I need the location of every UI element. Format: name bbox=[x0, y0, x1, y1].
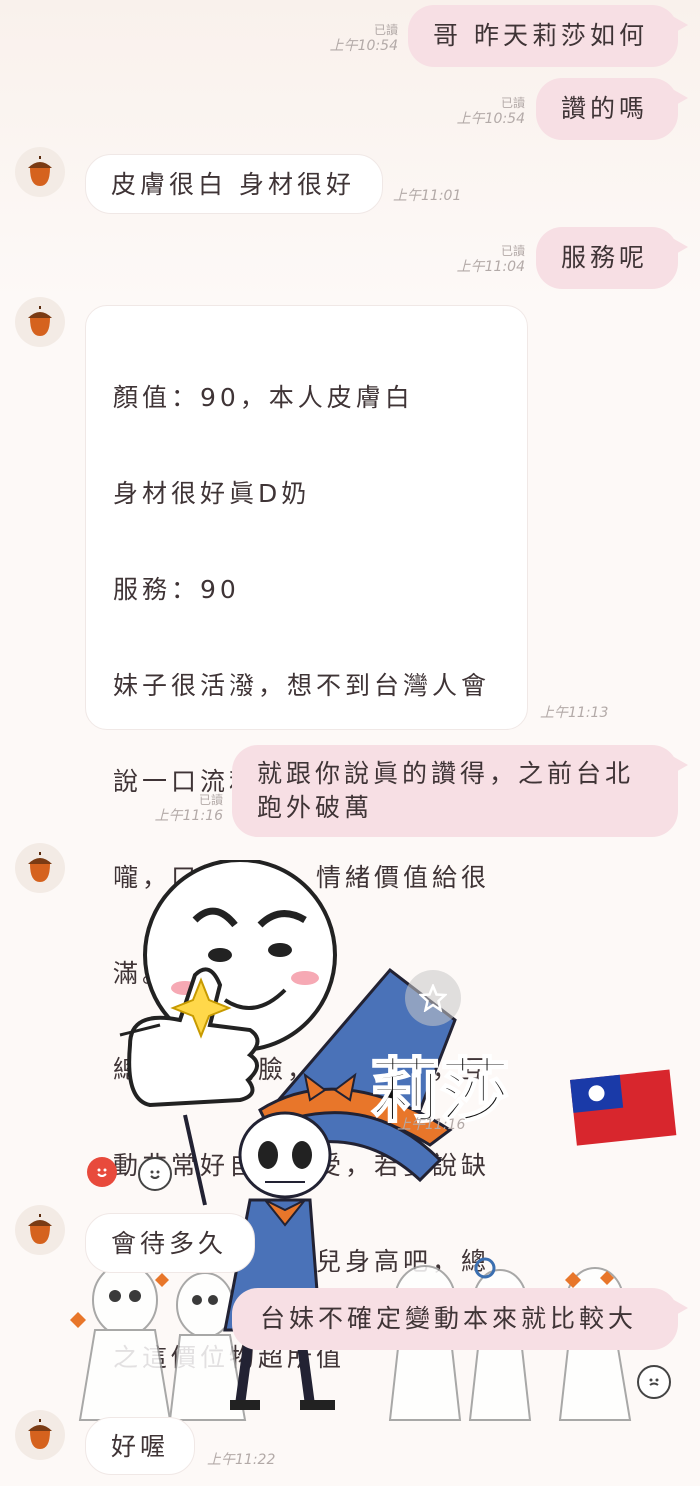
message-bubble-received[interactable]: 會待多久 bbox=[85, 1213, 255, 1273]
timestamp: 上午11:13 bbox=[540, 705, 609, 721]
read-receipt: 已讀 bbox=[500, 96, 525, 110]
message-meta: 已讀 上午11:04 bbox=[430, 243, 525, 275]
read-receipt: 已讀 bbox=[198, 793, 223, 807]
avatar[interactable] bbox=[15, 147, 65, 197]
timestamp: 上午11:22 bbox=[207, 1452, 276, 1468]
message-meta: 已讀 上午10:54 bbox=[300, 22, 398, 54]
message-bubble-received[interactable]: 顏值：90，本人皮膚白 身材很好眞D奶 服務：90 妹子很活潑，想不到台灣人會 … bbox=[85, 305, 528, 1372]
message-bubble-sent[interactable]: 就跟你說眞的讚得，之前台北 跑外破萬 bbox=[232, 745, 688, 837]
acorn-icon bbox=[28, 1419, 52, 1449]
message-bubble-sent[interactable]: 台妹不確定變動本來就比較大 bbox=[232, 1288, 688, 1350]
timestamp: 上午10:54 bbox=[456, 111, 525, 127]
avatar[interactable] bbox=[15, 297, 65, 347]
timestamp: 上午10:54 bbox=[329, 38, 398, 54]
message-meta: 已讀 上午11:16 bbox=[128, 792, 223, 824]
message-bubble-sent[interactable]: 哥 昨天莉莎如何 bbox=[408, 5, 688, 67]
message-meta: 上午11:01 bbox=[393, 188, 493, 204]
message-meta: 上午11:16 bbox=[397, 1117, 497, 1133]
avatar[interactable] bbox=[15, 843, 65, 893]
message-bubble-received[interactable]: 皮膚很白 身材很好 bbox=[85, 154, 383, 214]
smile-reaction-icon[interactable] bbox=[87, 1157, 117, 1187]
review-line: 顏值：90，本人皮膚白 bbox=[113, 383, 414, 412]
review-line: 服務：90 bbox=[113, 575, 240, 604]
emoji-picker-icon[interactable] bbox=[138, 1157, 172, 1191]
message-meta: 上午11:13 bbox=[540, 705, 640, 721]
message-bubble-received[interactable]: 好喔 bbox=[85, 1417, 195, 1475]
message-meta: 已讀 上午10:54 bbox=[430, 95, 525, 127]
read-receipt: 已讀 bbox=[500, 244, 525, 258]
timestamp: 上午11:04 bbox=[456, 259, 525, 275]
review-line: 妹子很活潑，想不到台灣人會 bbox=[113, 671, 491, 700]
message-bubble-sent[interactable]: 讚的嗎 bbox=[536, 78, 688, 140]
avatar[interactable] bbox=[15, 1205, 65, 1255]
review-line: 身材很好眞D奶 bbox=[113, 479, 311, 508]
message-bubble-sent[interactable]: 服務呢 bbox=[536, 227, 688, 289]
star-icon[interactable] bbox=[405, 970, 461, 1026]
avatar[interactable] bbox=[15, 1410, 65, 1460]
taiwan-flag-icon bbox=[570, 1069, 677, 1146]
acorn-icon bbox=[28, 852, 52, 882]
emoji-picker-icon[interactable] bbox=[637, 1365, 671, 1399]
acorn-icon bbox=[28, 1214, 52, 1244]
read-receipt: 已讀 bbox=[373, 23, 398, 37]
timestamp: 上午11:16 bbox=[397, 1117, 466, 1133]
acorn-icon bbox=[28, 306, 52, 336]
timestamp: 上午11:16 bbox=[154, 808, 223, 824]
timestamp: 上午11:01 bbox=[393, 188, 462, 204]
acorn-icon bbox=[28, 156, 52, 186]
message-meta: 上午11:22 bbox=[207, 1452, 307, 1468]
